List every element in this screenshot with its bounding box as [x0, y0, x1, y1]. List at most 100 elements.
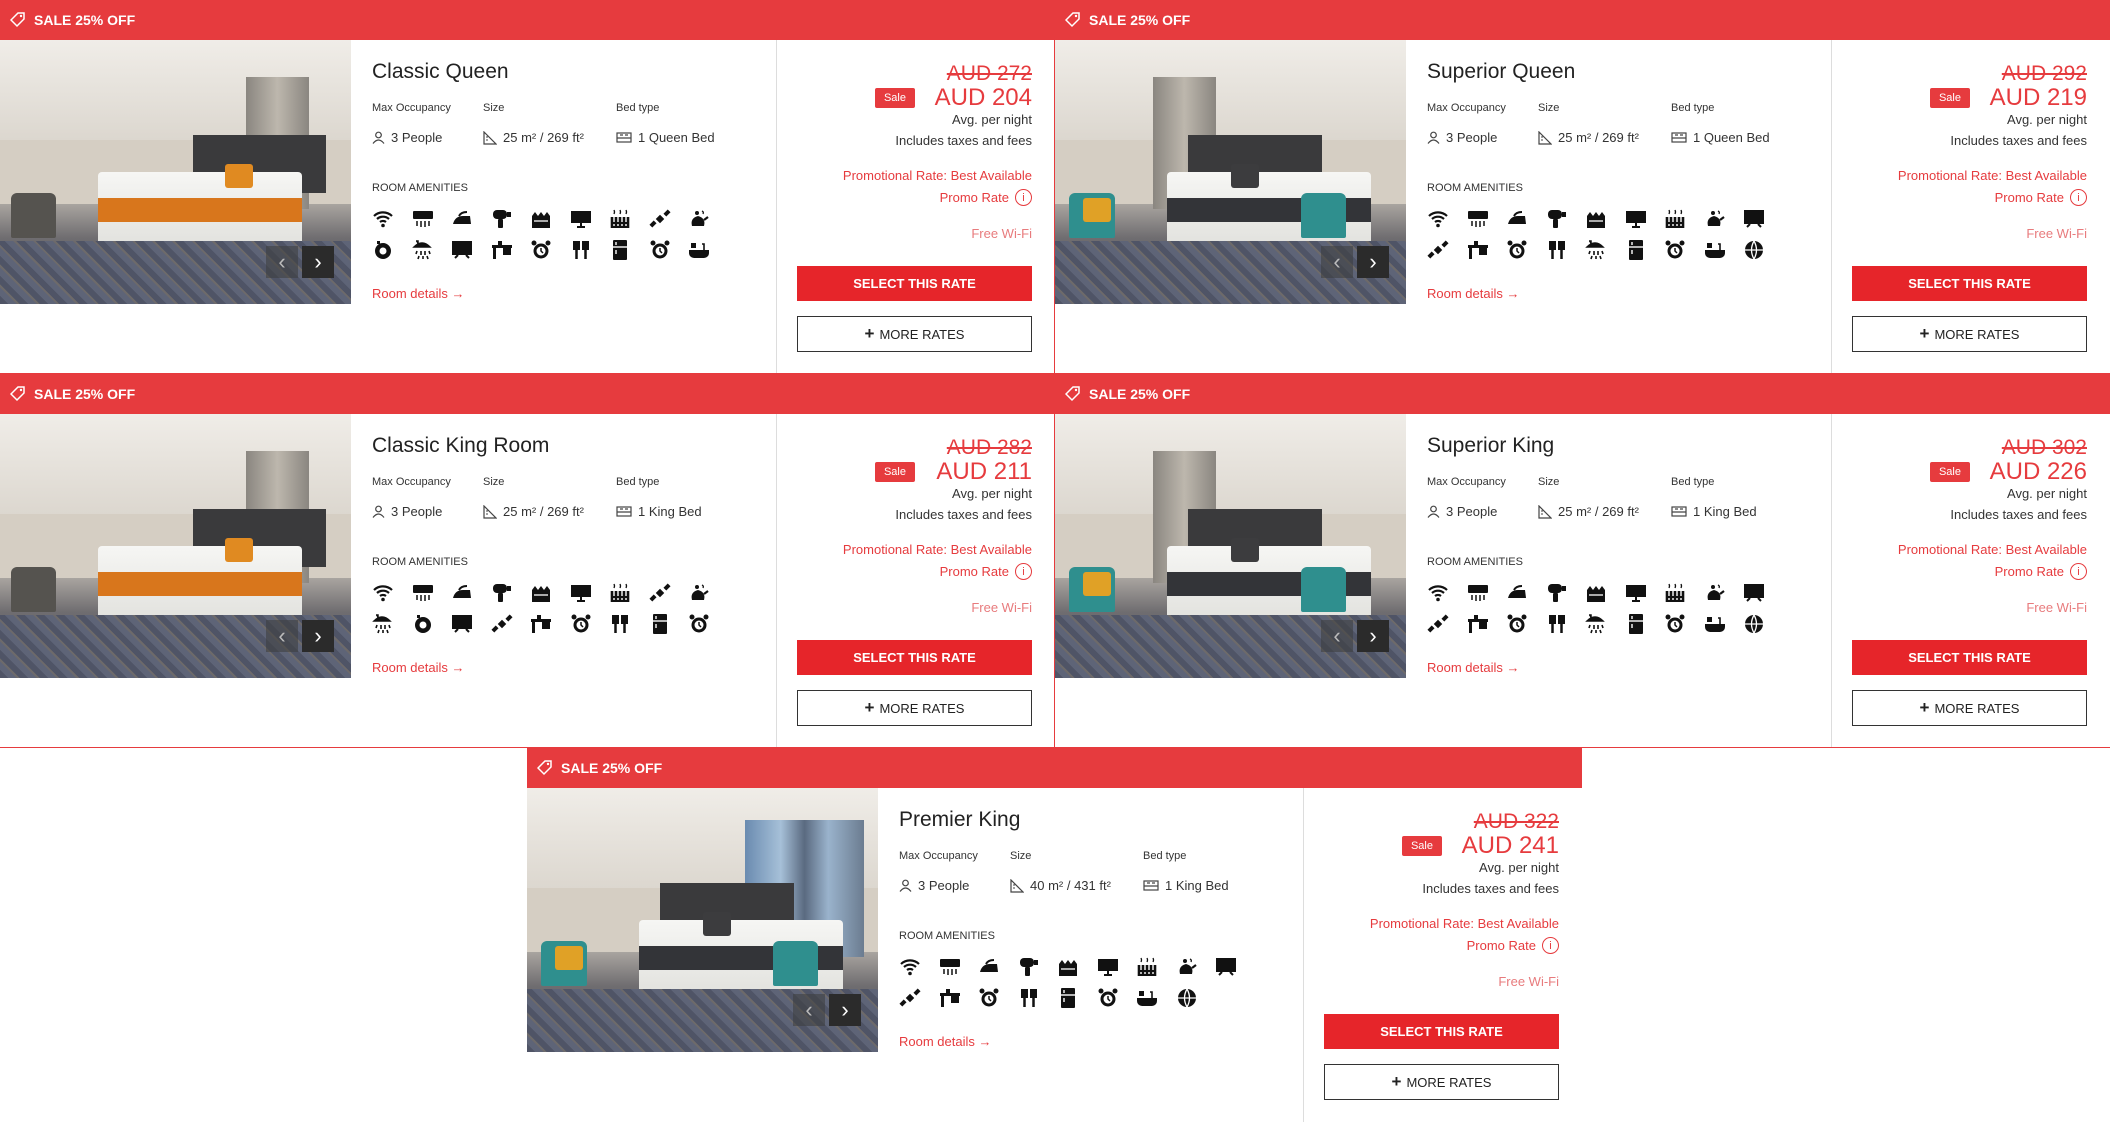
carousel-next-button[interactable]: › [1357, 246, 1389, 278]
kitchen-icon [1546, 239, 1586, 270]
bed-value-group: 1 Queen Bed [1671, 130, 1770, 145]
shower-icon [1585, 613, 1625, 644]
carousel-prev-button[interactable]: ‹ [793, 994, 825, 1026]
carousel-prev-button[interactable]: ‹ [1321, 246, 1353, 278]
room-card: SALE 25% OFF ‹ › Superior King Max Occupancy… [1055, 374, 2110, 748]
bed-type-label: Bed type [1671, 476, 1715, 488]
person-icon [1427, 505, 1440, 518]
room-photo-carousel[interactable]: ‹ › [1055, 40, 1406, 304]
info-icon[interactable]: i [1542, 937, 1559, 954]
carousel-prev-button[interactable]: ‹ [1321, 620, 1353, 652]
promo-rate-label: Promo Rate [1994, 190, 2064, 205]
room-photo-carousel[interactable]: ‹ › [1055, 414, 1406, 678]
max-occupancy-label: Max Occupancy [899, 850, 978, 862]
globe-icon [1176, 987, 1216, 1018]
select-rate-button[interactable]: SELECT THIS RATE [797, 640, 1032, 675]
free-wifi-note: Free Wi-Fi [1498, 974, 1559, 989]
price-tag-icon [1065, 12, 1080, 28]
air-conditioning-icon [412, 582, 452, 613]
iron-icon [451, 582, 491, 613]
info-icon[interactable]: i [2070, 189, 2087, 206]
fridge-icon [1057, 987, 1097, 1018]
size-label: Size [1538, 102, 1560, 114]
sale-banner-text: SALE 25% OFF [1089, 386, 1191, 402]
bed-value-group: 1 Queen Bed [616, 130, 715, 145]
size-value: 25 m² / 269 ft² [1558, 130, 1639, 145]
carousel-next-button[interactable]: › [829, 994, 861, 1026]
globe-icon [1743, 239, 1783, 270]
info-icon[interactable]: i [2070, 563, 2087, 580]
heater-icon [609, 582, 649, 613]
room-amenities-label: ROOM AMENITIES [1427, 556, 1523, 568]
satellite-icon [648, 582, 689, 613]
includes-taxes: Includes taxes and fees [895, 133, 1032, 148]
carousel-prev-button[interactable]: ‹ [266, 246, 298, 278]
room-details-link[interactable]: Room details → [1427, 286, 1519, 301]
avg-per-night: Avg. per night [1479, 860, 1559, 875]
select-rate-button[interactable]: SELECT THIS RATE [1324, 1014, 1559, 1049]
bed-value-group: 1 King Bed [616, 504, 702, 519]
tea-kettle-icon [1704, 208, 1744, 239]
select-rate-button[interactable]: SELECT THIS RATE [1852, 266, 2087, 301]
room-photo-carousel[interactable]: ‹ › [0, 414, 351, 678]
sale-badge: Sale [1401, 836, 1442, 856]
bed-type-label: Bed type [616, 476, 660, 488]
rate-panel: AUD 272 Sale AUD 204 Avg. per night Includes… [797, 40, 1032, 374]
safe-icon [412, 613, 452, 644]
sale-badge: Sale [1929, 88, 1970, 108]
laundry-icon [530, 208, 570, 239]
more-rates-button[interactable]: + MORE RATES [797, 690, 1032, 726]
room-photo-carousel[interactable]: ‹ › [527, 788, 878, 1052]
occupancy-value-group: 3 People [1427, 130, 1497, 145]
room-details-link[interactable]: Room details → [1427, 660, 1519, 675]
alarm-clock-icon [1664, 239, 1704, 270]
more-rates-button[interactable]: + MORE RATES [1852, 316, 2087, 352]
room-photo-carousel[interactable]: ‹ › [0, 40, 351, 304]
carousel-next-button[interactable]: › [302, 620, 334, 652]
carousel-next-button[interactable]: › [1357, 620, 1389, 652]
bed-icon [1143, 880, 1159, 891]
bed-type-label: Bed type [1671, 102, 1715, 114]
bed-icon [1671, 132, 1687, 143]
room-details-link[interactable]: Room details → [899, 1034, 991, 1049]
person-icon [372, 131, 385, 144]
air-conditioning-icon [939, 956, 979, 987]
more-rates-button[interactable]: + MORE RATES [797, 316, 1032, 352]
iron-icon [1506, 582, 1546, 613]
promo-rate-title: Promotional Rate: Best Available [1897, 542, 2087, 557]
room-details-link[interactable]: Room details → [372, 286, 464, 301]
info-icon[interactable]: i [1015, 189, 1032, 206]
more-rates-button[interactable]: + MORE RATES [1324, 1064, 1559, 1100]
person-icon [372, 505, 385, 518]
tv-icon [1625, 582, 1665, 613]
blackboard-icon [1215, 956, 1255, 987]
occupancy-value-group: 3 People [372, 504, 442, 519]
info-icon[interactable]: i [1015, 563, 1032, 580]
more-rates-button[interactable]: + MORE RATES [1852, 690, 2087, 726]
price-tag-icon [1065, 386, 1080, 402]
room-details-link[interactable]: Room details → [372, 660, 464, 675]
avg-per-night: Avg. per night [952, 112, 1032, 127]
blackboard-icon [451, 613, 491, 644]
carousel-next-button[interactable]: › [302, 246, 334, 278]
alarm-clock-icon [1506, 613, 1546, 644]
size-value: 40 m² / 431 ft² [1030, 878, 1111, 893]
more-rates-label: MORE RATES [1406, 1074, 1492, 1090]
iron-icon [1506, 208, 1546, 239]
select-rate-button[interactable]: SELECT THIS RATE [797, 266, 1032, 301]
promo-rate-row: Promo Rate i [1995, 189, 2087, 206]
room-info: Premier King Max Occupancy Size Bed type 3 P… [899, 788, 1299, 1088]
original-price: AUD 292 [2001, 62, 2087, 85]
hair-dryer-icon [1018, 956, 1058, 987]
bathtub-icon [688, 239, 728, 270]
column-divider [776, 40, 777, 374]
amenity-icons [372, 582, 732, 644]
carousel-prev-button[interactable]: ‹ [266, 620, 298, 652]
includes-taxes: Includes taxes and fees [895, 507, 1032, 522]
more-rates-label: MORE RATES [879, 326, 965, 342]
tv-icon [1625, 208, 1665, 239]
room-info: Classic Queen Max Occupancy Size Bed type 3 … [372, 40, 772, 340]
size-value-group: 25 m² / 269 ft² [1538, 130, 1639, 145]
rate-panel: AUD 322 Sale AUD 241 Avg. per night Includes… [1324, 788, 1559, 1122]
select-rate-button[interactable]: SELECT THIS RATE [1852, 640, 2087, 675]
